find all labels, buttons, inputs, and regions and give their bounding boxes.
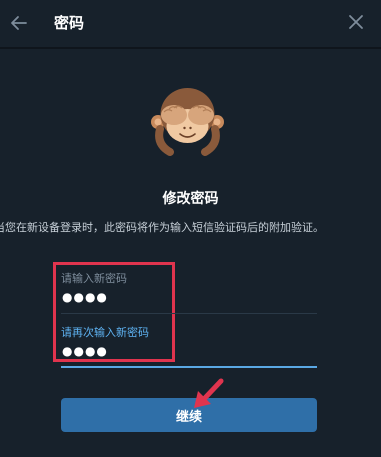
new-password-underline bbox=[61, 313, 317, 314]
header-divider bbox=[0, 47, 381, 49]
new-password-label: 请输入新密码 bbox=[61, 272, 127, 285]
monkey-illustration bbox=[151, 88, 224, 156]
close-icon[interactable] bbox=[348, 14, 364, 30]
confirm-password-input[interactable]: ●●●● bbox=[62, 344, 108, 358]
pointer-arrow-icon bbox=[194, 378, 224, 408]
header-bar: 密码 bbox=[0, 0, 381, 46]
section-heading: 修改密码 bbox=[162, 191, 219, 207]
arrow-left-icon[interactable] bbox=[10, 14, 28, 32]
new-password-input[interactable]: ●●●● bbox=[62, 290, 108, 304]
page-title: 密码 bbox=[54, 14, 85, 32]
confirm-password-label: 请再次输入新密码 bbox=[61, 326, 149, 339]
confirm-password-underline bbox=[61, 366, 317, 368]
section-description: 当您在新设备登录时，此密码将作为输入短信验证码后的附加验证。 bbox=[0, 221, 324, 234]
